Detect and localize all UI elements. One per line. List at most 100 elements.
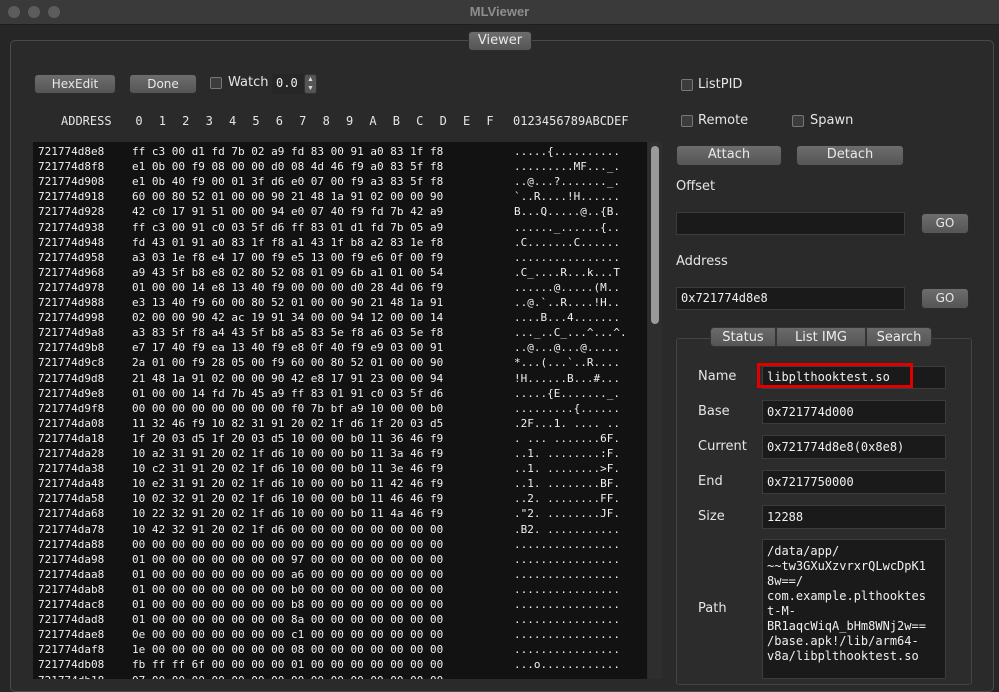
tab-list-img[interactable]: List IMG — [776, 327, 866, 347]
row-ascii: ."2. ........JF. — [514, 507, 620, 521]
row-address: 721774d9f8 — [38, 401, 105, 415]
row-address: 721774d9e8 — [38, 386, 105, 400]
current-field[interactable]: 0x721774d8e8(0x8e8) — [762, 435, 946, 459]
byte-column-header: E — [462, 114, 471, 128]
row-bytes: 10 02 32 91 20 02 1f d6 10 00 00 b0 11 4… — [132, 492, 444, 506]
row-bytes: e7 17 40 f9 ea 13 40 f9 e8 0f 40 f9 e9 0… — [132, 341, 444, 355]
row-address: 721774d938 — [38, 220, 105, 234]
row-ascii: ......@.....(M.. — [514, 280, 620, 294]
row-ascii: .2F...1. .... .. — [514, 416, 620, 430]
row-ascii: ................ — [514, 598, 620, 611]
row-address: 721774d918 — [38, 190, 105, 204]
base-label: Base — [698, 404, 730, 419]
hex-view-scrollbar[interactable] — [648, 142, 662, 679]
row-bytes: fb ff ff 6f 00 00 00 00 01 00 00 00 00 0… — [132, 658, 444, 672]
row-bytes: 01 00 00 14 e8 13 40 f9 00 00 00 d0 28 4… — [132, 280, 444, 294]
address-go-button[interactable]: GO — [921, 288, 969, 309]
row-ascii: ......_......{.. — [514, 220, 620, 234]
row-bytes: 01 00 00 00 00 00 00 00 8a 00 00 00 00 0… — [132, 613, 444, 627]
row-ascii: ..2. ........FF. — [514, 492, 620, 506]
byte-column-header: 7 — [299, 114, 307, 128]
path-field[interactable]: /data/app/ ~~tw3GXuXzvrxrQLwcDpK1 8w==/ … — [762, 539, 946, 679]
spawn-checkbox[interactable] — [792, 115, 804, 127]
offset-go-button[interactable]: GO — [921, 213, 969, 234]
tab-search[interactable]: Search — [866, 327, 932, 347]
row-address: 721774d948 — [38, 235, 105, 249]
path-label: Path — [698, 601, 727, 616]
byte-column-header: 5 — [252, 114, 260, 128]
size-field[interactable]: 12288 — [762, 505, 946, 529]
highlight-box — [757, 363, 913, 388]
row-bytes: e1 0b 40 f9 00 01 3f d6 e0 07 00 f9 a3 8… — [132, 175, 444, 189]
offset-input[interactable] — [676, 212, 905, 235]
row-address: 721774d9a8 — [38, 326, 105, 340]
row-ascii: . ... .......6F. — [514, 431, 620, 445]
byte-column-headers: 0 1 2 3 4 5 6 7 8 9 A B C D E F — [132, 114, 502, 128]
row-bytes: 21 48 1a 91 02 00 00 90 42 e8 17 91 23 0… — [132, 371, 444, 385]
row-address: 721774dae8 — [38, 628, 105, 642]
row-ascii: !H......B...#... — [514, 371, 620, 385]
byte-column-header: 2 — [182, 114, 190, 128]
watch-interval-input[interactable]: 0.0 — [272, 74, 304, 94]
row-address: 721774da88 — [38, 537, 105, 551]
row-bytes: ff c3 00 d1 fd 7b 02 a9 fd 83 00 91 a0 8… — [132, 145, 444, 158]
address-label: Address — [676, 254, 728, 269]
row-ascii: ................ — [514, 567, 620, 581]
row-ascii: ..1. ........:F. — [514, 447, 620, 460]
row-bytes: e1 0b 00 f9 08 00 00 d0 08 4d 46 f9 a0 8… — [132, 160, 444, 174]
row-address: 721774dab8 — [38, 582, 105, 596]
row-address: 721774d988 — [38, 296, 105, 309]
end-field[interactable]: 0x7217750000 — [762, 470, 946, 494]
attach-button[interactable]: Attach — [676, 145, 782, 166]
row-address: 721774d9d8 — [38, 371, 105, 385]
byte-column-header: C — [416, 114, 424, 128]
row-ascii: ..1. ........BF. — [514, 477, 620, 491]
byte-column-header: 1 — [158, 114, 166, 128]
watch-interval-stepper[interactable]: ▲ ▼ — [304, 74, 317, 94]
byte-column-header: F — [486, 114, 494, 128]
row-address: 721774d958 — [38, 250, 105, 264]
row-bytes: e3 13 40 f9 60 00 80 52 01 00 00 90 21 4… — [132, 296, 444, 309]
tab-status[interactable]: Status — [710, 327, 776, 347]
hex-view[interactable]: 721774d8e8 ff c3 00 d1 fd 7b 02 a9 fd 83 … — [33, 142, 647, 679]
row-ascii: .....{.......... — [514, 145, 620, 158]
row-ascii: ..1. ........>F. — [514, 462, 620, 476]
scrollbar-thumb[interactable] — [651, 146, 659, 324]
row-address: 721774d9b8 — [38, 341, 105, 355]
stepper-down-icon[interactable]: ▼ — [305, 84, 316, 93]
row-address: 721774daa8 — [38, 567, 105, 581]
watch-checkbox[interactable] — [210, 77, 222, 89]
row-address: 721774da58 — [38, 492, 105, 506]
byte-column-header: 0 — [135, 114, 143, 128]
done-button[interactable]: Done — [129, 74, 197, 94]
byte-column-header: 3 — [205, 114, 213, 128]
row-bytes: a3 83 5f f8 a4 43 5f b8 a5 83 5e f8 a6 0… — [132, 326, 444, 340]
byte-column-header: 4 — [228, 114, 237, 128]
end-label: End — [698, 474, 723, 489]
listpid-checkbox[interactable] — [681, 79, 693, 91]
byte-column-header: 8 — [322, 114, 330, 128]
address-input[interactable]: 0x721774d8e8 — [676, 287, 905, 310]
watch-label: Watch — [228, 75, 269, 90]
row-address: 721774dad8 — [38, 613, 105, 627]
row-bytes: 10 42 32 91 20 02 1f d6 00 00 00 00 00 0… — [132, 522, 444, 536]
row-bytes: 10 22 32 91 20 02 1f d6 10 00 00 b0 11 4… — [132, 507, 444, 521]
hexedit-button[interactable]: HexEdit — [34, 74, 116, 94]
row-ascii: .B2. ........... — [514, 522, 620, 536]
row-address: 721774dac8 — [38, 598, 105, 611]
row-ascii: B...Q.....@..{B. — [514, 205, 620, 219]
row-ascii: .....{E......._. — [514, 386, 620, 400]
base-field[interactable]: 0x721774d000 — [762, 400, 946, 424]
path-line: /data/app/ — [767, 544, 840, 558]
detach-button[interactable]: Detach — [796, 145, 904, 166]
offset-label: Offset — [676, 179, 716, 194]
row-ascii: ..@...@...@..... — [514, 341, 620, 355]
path-line: /base.apk!/lib/arm64- — [767, 634, 919, 648]
stepper-up-icon[interactable]: ▲ — [305, 75, 316, 84]
row-bytes: 01 00 00 00 00 00 00 00 97 00 00 00 00 0… — [132, 552, 444, 566]
ascii-column-header: 0123456789ABCDEF — [513, 114, 629, 128]
listpid-label: ListPID — [698, 77, 743, 92]
row-ascii: ................ — [514, 628, 620, 642]
row-bytes: 10 a2 31 91 20 02 1f d6 10 00 00 b0 11 3… — [132, 447, 444, 460]
remote-checkbox[interactable] — [681, 115, 693, 127]
